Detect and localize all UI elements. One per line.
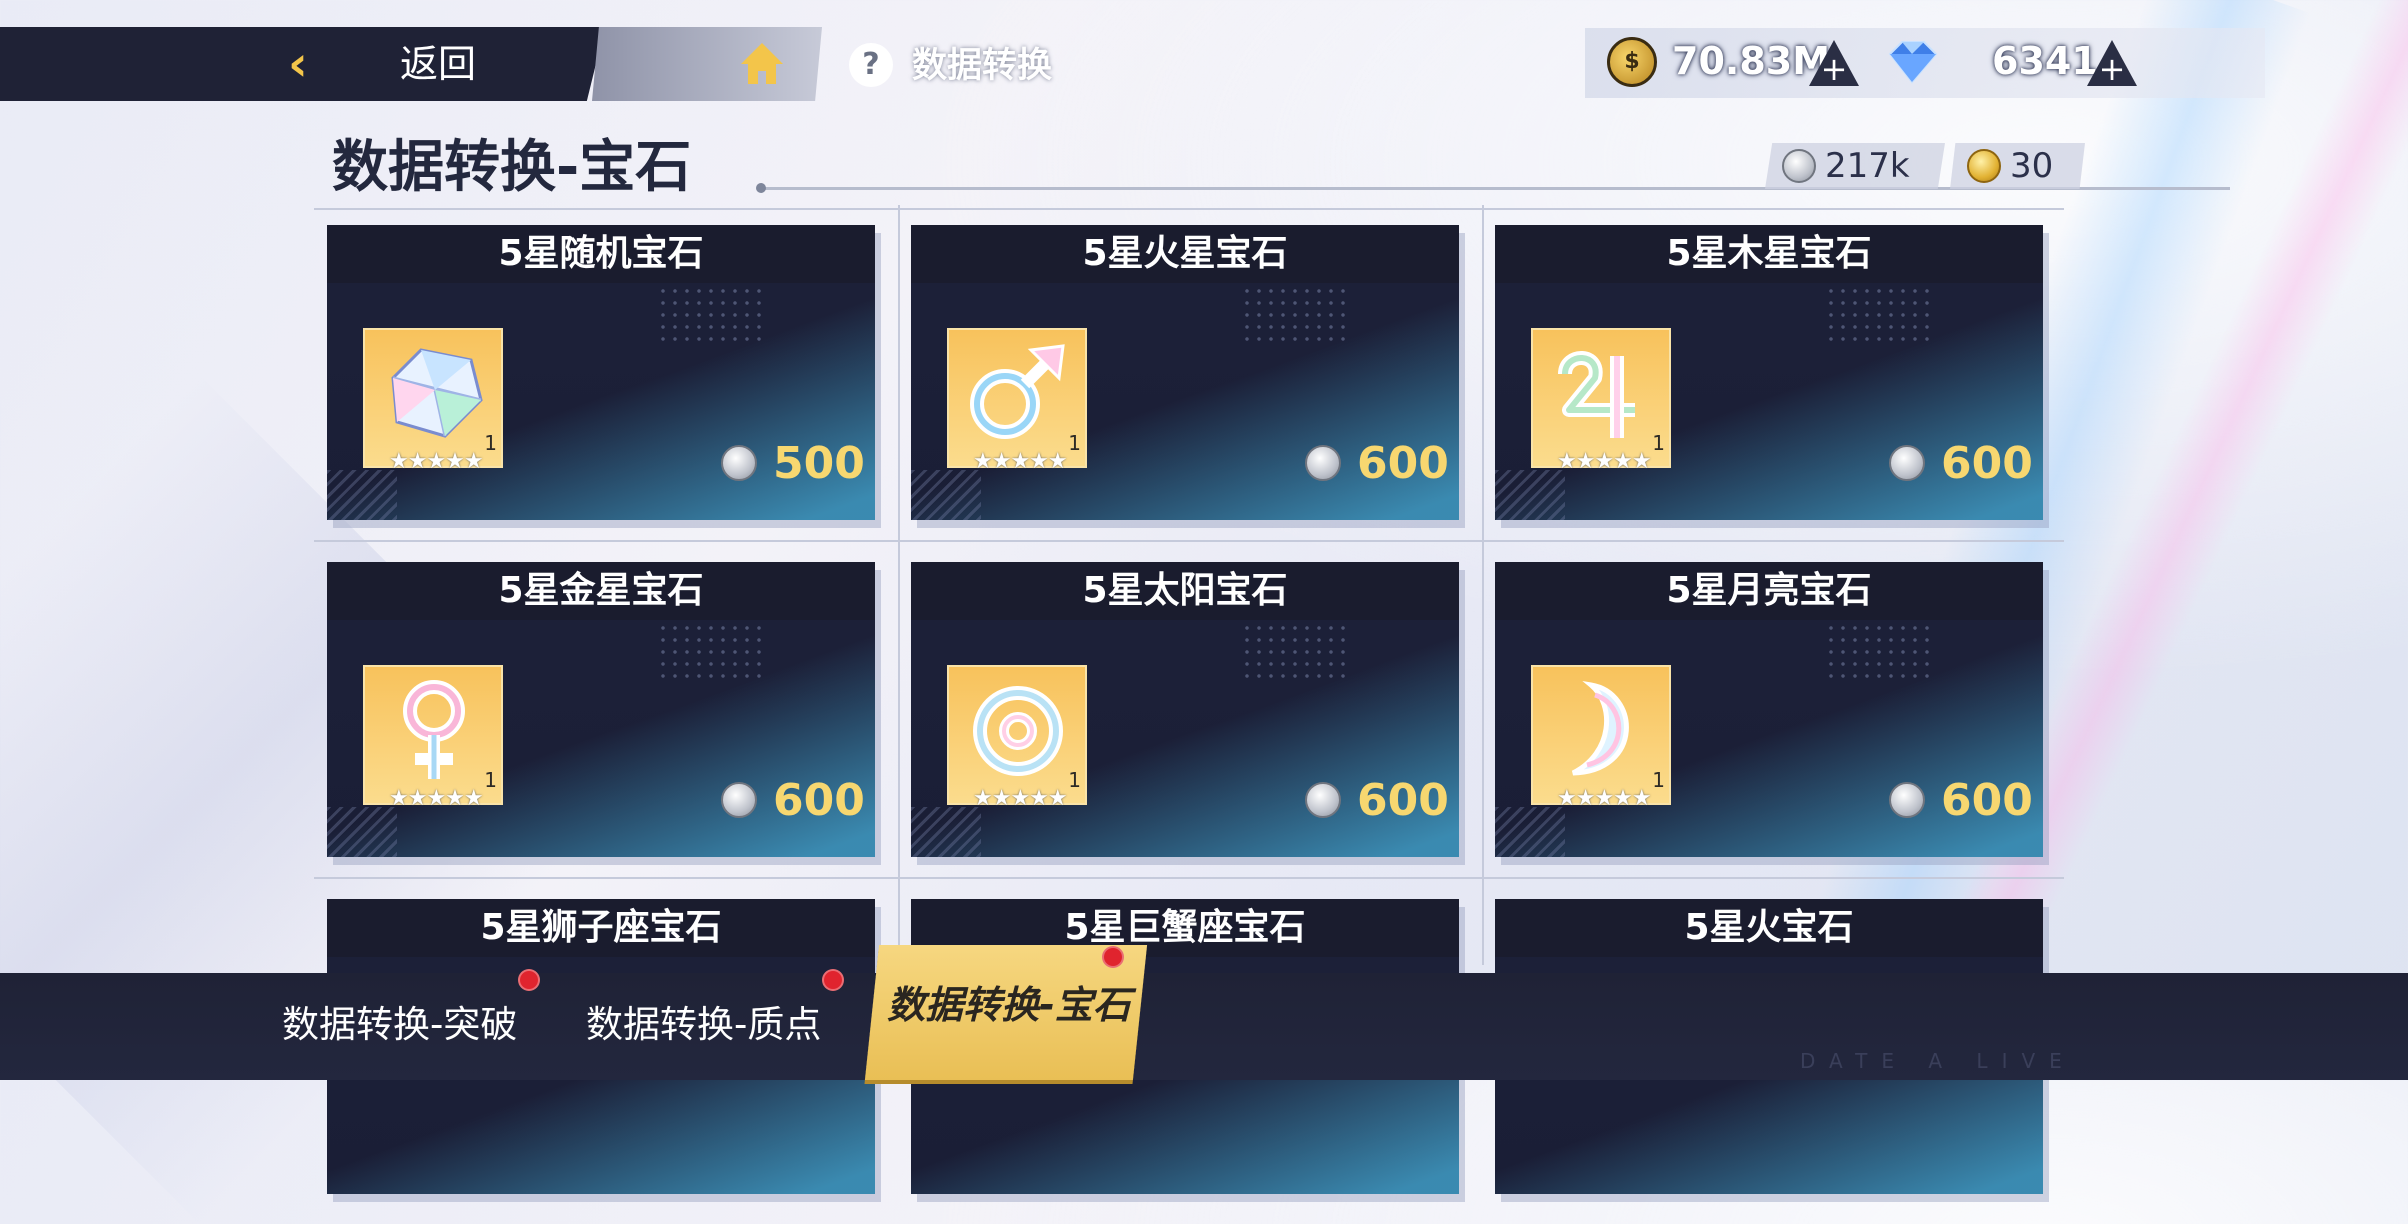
card-price: 600 <box>1357 775 1449 826</box>
grid-line <box>314 877 2064 879</box>
card-title: 5星随机宝石 <box>498 233 704 274</box>
card-title: 5星火宝石 <box>1684 907 1854 948</box>
silver-coin-icon <box>721 782 757 818</box>
item-count: 1 <box>1652 768 1665 792</box>
decor-dots <box>1241 622 1351 682</box>
grid-line <box>898 205 900 965</box>
star-rating: ★★★★★ <box>389 449 484 474</box>
card-title: 5星太阳宝石 <box>1082 570 1288 611</box>
crystal-icon <box>1888 41 1938 84</box>
item-slot[interactable]: 1 ★★★★★ <box>1531 328 1671 474</box>
card-price: 600 <box>1941 775 2033 826</box>
card-price: 500 <box>773 438 865 489</box>
card-title: 5星火星宝石 <box>1082 233 1288 274</box>
help-icon[interactable]: ? <box>849 43 893 87</box>
notification-badge <box>518 969 540 991</box>
star-rating: ★★★★★ <box>973 786 1068 811</box>
item-slot[interactable]: 1 ★★★★★ <box>363 665 503 811</box>
home-button[interactable] <box>592 27 822 101</box>
tab-breakthrough[interactable]: 数据转换-突破 <box>282 990 517 1060</box>
card-price: 600 <box>1941 438 2033 489</box>
mars-symbol-icon <box>970 344 1065 439</box>
page-title: 数据转换-宝石 <box>332 135 692 200</box>
card-price: 600 <box>1357 438 1449 489</box>
notification-badge <box>822 969 844 991</box>
decor-hatch <box>1495 807 1565 857</box>
item-slot[interactable]: 1 ★★★★★ <box>363 328 503 474</box>
shop-card-random-gem[interactable]: 5星随机宝石 1 ★★★★★ 500 <box>327 225 875 520</box>
crystal-amount: 6341 <box>1992 39 2098 83</box>
item-count: 1 <box>484 768 497 792</box>
silver-coin-icon <box>1305 445 1341 481</box>
notification-badge <box>1102 946 1124 968</box>
chevron-left-icon: ‹ <box>288 36 308 92</box>
silver-coin-icon <box>1889 782 1925 818</box>
decor-dots <box>657 285 767 345</box>
card-title: 5星金星宝石 <box>498 570 704 611</box>
item-count: 1 <box>1652 431 1665 455</box>
item-slot[interactable]: 1 ★★★★★ <box>947 328 1087 474</box>
shop-card-mars-gem[interactable]: 5星火星宝石 1 ★★★★★ 600 <box>911 225 1459 520</box>
silver-balance: 217k <box>1825 146 1910 186</box>
moon-symbol-icon <box>1571 681 1629 776</box>
item-slot[interactable]: 1 ★★★★★ <box>947 665 1087 811</box>
help-label[interactable]: 数据转换 <box>912 42 1052 90</box>
home-icon <box>741 43 783 84</box>
item-count: 1 <box>484 431 497 455</box>
decor-dots <box>657 622 767 682</box>
shop-card-jupiter-gem[interactable]: 5星木星宝石 1 ★★★★★ 600 <box>1495 225 2043 520</box>
back-label: 返回 <box>400 42 477 86</box>
shop-card-venus-gem[interactable]: 5星金星宝石 1 ★★★★★ 600 <box>327 562 875 857</box>
tab-gem-label: 数据转换-宝石 <box>887 983 1131 1027</box>
star-rating: ★★★★★ <box>1557 786 1652 811</box>
grid-line <box>314 540 2064 542</box>
star-rating: ★★★★★ <box>1557 449 1652 474</box>
jupiter-symbol-icon <box>1558 351 1635 438</box>
item-slot[interactable]: 1 ★★★★★ <box>1531 665 1671 811</box>
star-rating: ★★★★★ <box>389 786 484 811</box>
decor-hatch <box>327 807 397 857</box>
gold-coin-icon: $ <box>1607 37 1657 87</box>
game-logo-watermark: DATE A LIVE <box>1800 1049 2076 1073</box>
card-price: 600 <box>773 775 865 826</box>
title-divider-dot <box>756 183 766 193</box>
silver-coin-icon <box>1889 445 1925 481</box>
card-title: 5星木星宝石 <box>1666 233 1872 274</box>
gold-amount: 70.83M <box>1672 39 1831 83</box>
card-title: 5星月亮宝石 <box>1666 570 1872 611</box>
decor-hatch <box>1495 470 1565 520</box>
gold-token-icon <box>1967 149 2001 183</box>
shop-card-moon-gem[interactable]: 5星月亮宝石 1 ★★★★★ 600 <box>1495 562 2043 857</box>
gold-balance: 30 <box>2010 146 2054 186</box>
decor-hatch <box>911 470 981 520</box>
silver-coin-icon <box>721 445 757 481</box>
grid-line <box>1482 205 1484 965</box>
venus-symbol-icon <box>403 680 465 779</box>
crystal-gem-icon <box>391 348 483 438</box>
decor-hatch <box>327 470 397 520</box>
star-rating: ★★★★★ <box>973 449 1068 474</box>
sun-symbol-icon <box>973 686 1063 776</box>
card-title: 5星狮子座宝石 <box>480 907 722 948</box>
silver-coin-icon <box>1782 149 1816 183</box>
decor-hatch <box>911 807 981 857</box>
decor-dots <box>1241 285 1351 345</box>
item-count: 1 <box>1068 768 1081 792</box>
item-count: 1 <box>1068 431 1081 455</box>
tab-mass-point[interactable]: 数据转换-质点 <box>586 990 821 1060</box>
decor-dots <box>1825 285 1935 345</box>
silver-coin-icon <box>1305 782 1341 818</box>
decor-dots <box>1825 622 1935 682</box>
grid-line <box>314 208 2064 210</box>
shop-card-sun-gem[interactable]: 5星太阳宝石 1 ★★★★★ 600 <box>911 562 1459 857</box>
